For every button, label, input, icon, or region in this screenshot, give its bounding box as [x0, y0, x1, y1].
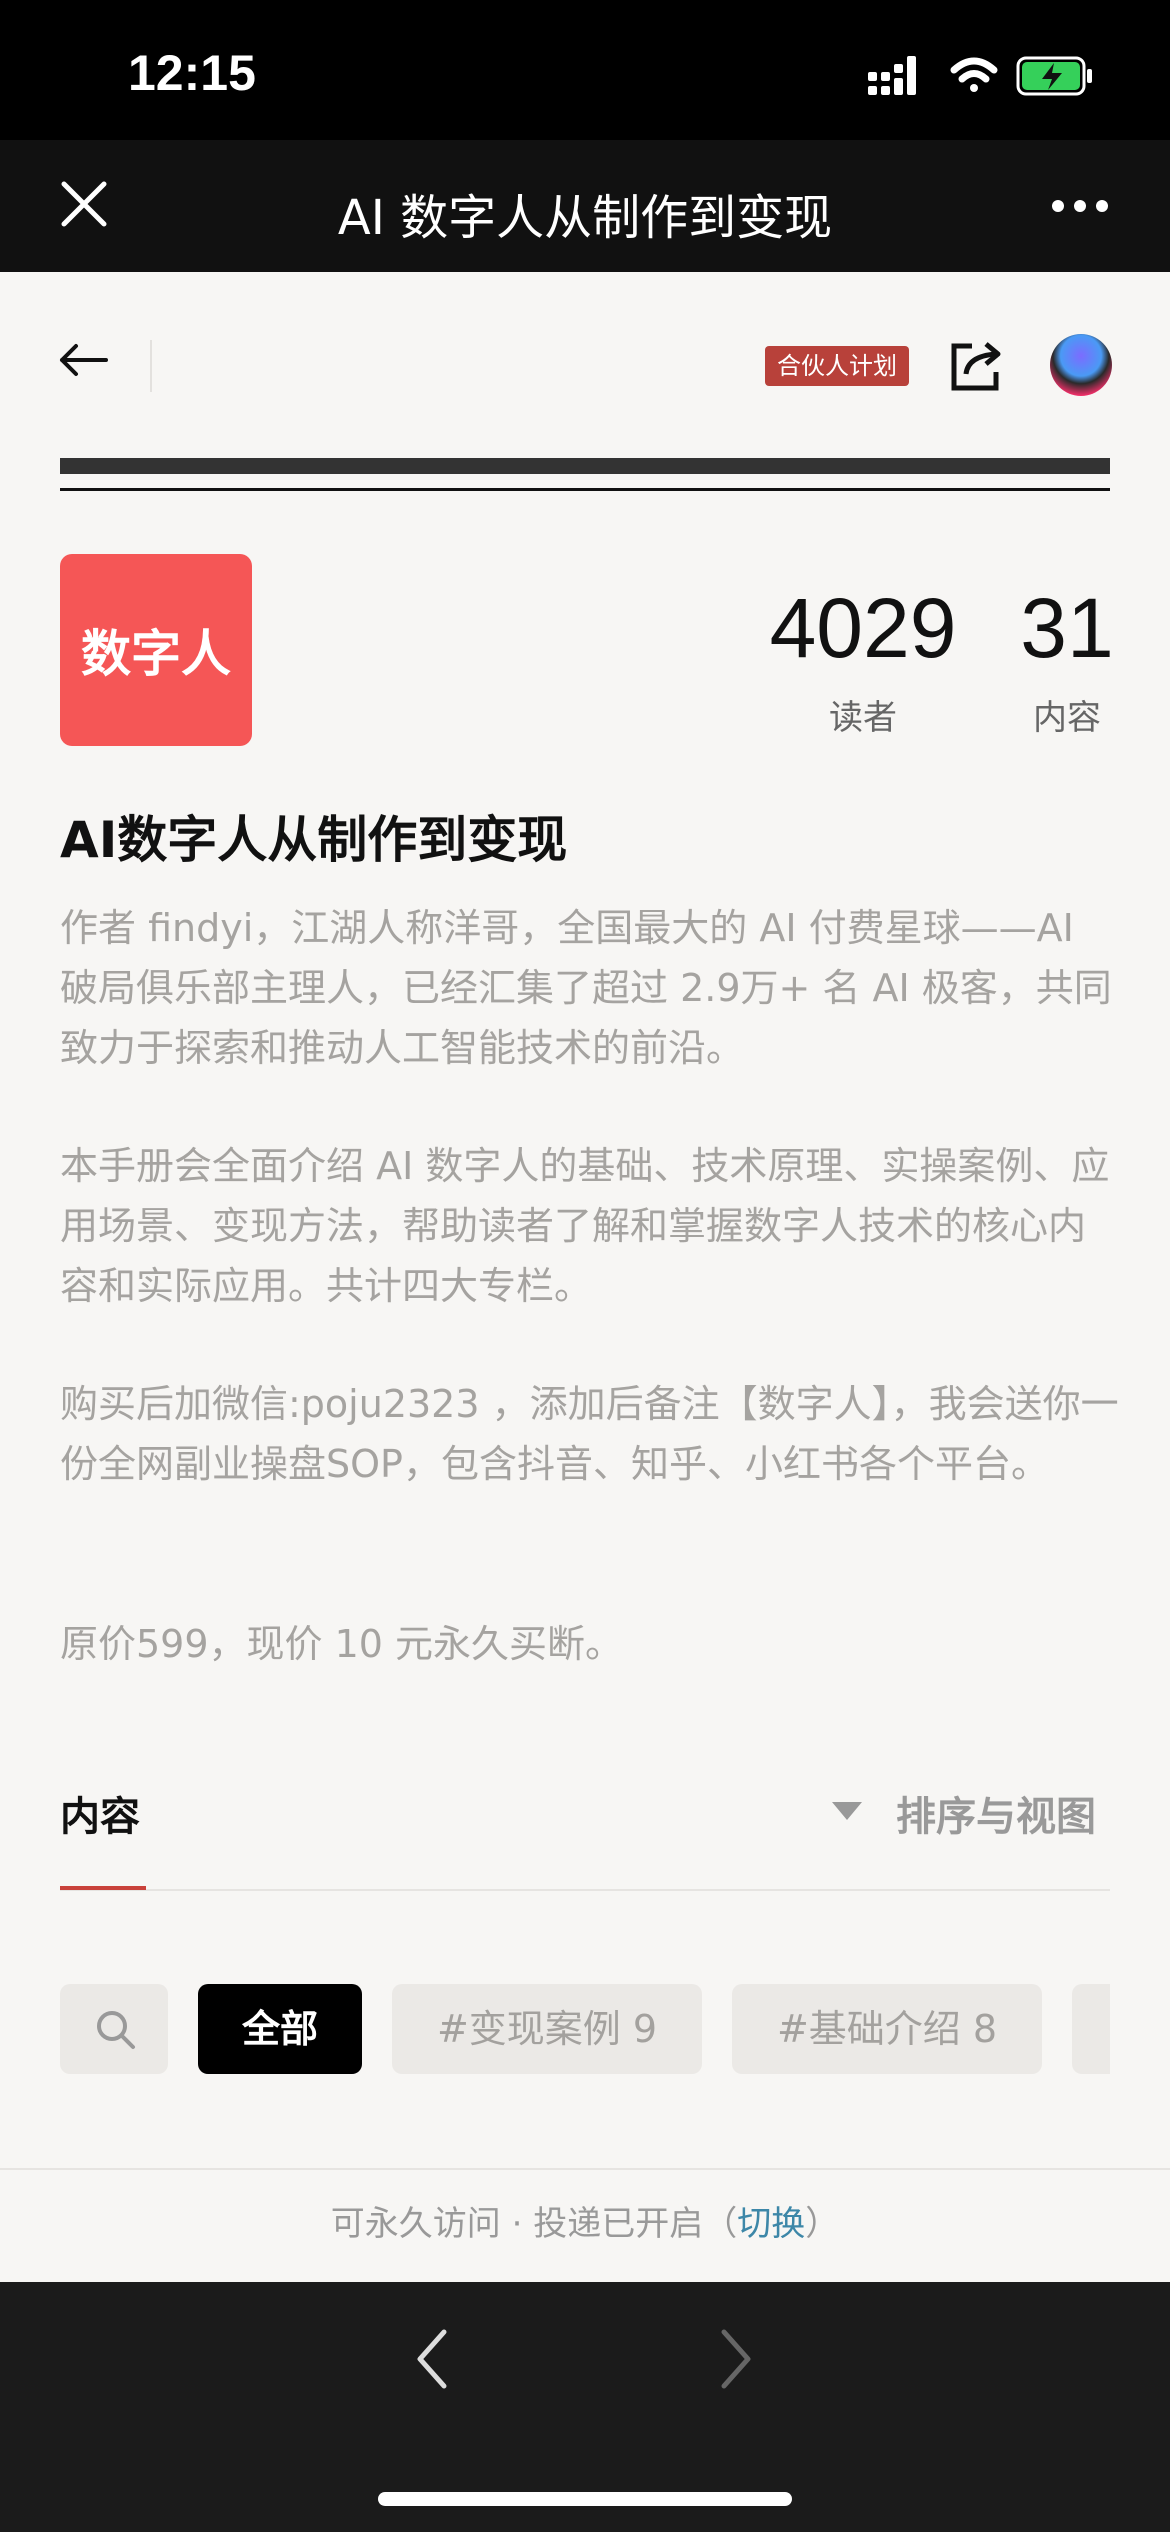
status-icons: [868, 56, 1092, 96]
filter-tag-basics[interactable]: #基础介绍 8: [732, 1984, 1042, 2074]
tab-divider: [60, 1889, 1110, 1891]
readers-stat: 4029 读者: [756, 586, 970, 739]
more-icon[interactable]: [1050, 198, 1110, 214]
column-title: AI数字人从制作到变现: [60, 811, 568, 869]
browser-bottom-bar: [0, 2282, 1170, 2532]
partner-badge[interactable]: 合伙人计划: [765, 346, 909, 386]
footer-note-suffix: ）: [805, 2204, 840, 2244]
footer-note-prefix: 可永久访问 · 投递已开启（: [330, 2204, 738, 2244]
search-button[interactable]: [60, 1984, 168, 2074]
battery-icon: [1016, 56, 1092, 96]
header-rule-thick: [60, 458, 1110, 474]
home-indicator: [378, 2492, 792, 2506]
footer-note: 可永久访问 · 投递已开启（切换）: [0, 2196, 1170, 2245]
nav-back-icon[interactable]: [412, 2324, 452, 2394]
avatar[interactable]: [1050, 334, 1112, 396]
column-cover: 数字人: [60, 554, 252, 746]
filter-tag-partial[interactable]: [1072, 1984, 1110, 2074]
tab-active-indicator: [60, 1886, 146, 1890]
filter-all[interactable]: 全部: [198, 1984, 362, 2074]
filter-tag-monetization[interactable]: #变现案例 9: [392, 1984, 702, 2074]
signal-icon: [868, 56, 916, 95]
content-label: 内容: [1033, 698, 1101, 738]
status-bar: 12:15: [0, 0, 1170, 140]
share-icon[interactable]: [948, 338, 1006, 394]
search-icon: [97, 2011, 135, 2049]
readers-label: 读者: [829, 698, 897, 738]
footer-divider: [0, 2168, 1170, 2170]
sort-view-button[interactable]: 排序与视图: [896, 1784, 1096, 1842]
status-time: 12:15: [128, 45, 256, 101]
header-divider: [150, 340, 152, 392]
description-paragraph: 作者 findyi，江湖人称洋哥，全国最大的 AI 付费星球——AI 破局俱乐部…: [60, 906, 1112, 1070]
tab-content[interactable]: 内容: [60, 1784, 140, 1842]
description-paragraph: 购买后加微信:poju2323 ，添加后备注【数字人】，我会送你一份全网副业操盘…: [60, 1382, 1119, 1486]
nav-forward-icon[interactable]: [716, 2324, 756, 2394]
description-paragraph: 原价599，现价 10 元永久买断。: [60, 1622, 624, 1666]
browser-title: AI 数字人从制作到变现: [337, 190, 833, 246]
readers-count: 4029: [769, 581, 957, 675]
app-header: 合伙人计划: [0, 272, 1170, 458]
description-paragraph: 本手册会全面介绍 AI 数字人的基础、技术原理、实操案例、应用场景、变现方法，帮…: [60, 1144, 1110, 1308]
browser-title-bar: AI 数字人从制作到变现: [0, 140, 1170, 272]
content-stat: 31 内容: [1010, 586, 1124, 739]
content-count: 31: [1020, 581, 1114, 675]
wifi-icon: [950, 57, 998, 92]
header-rule-thin: [60, 488, 1110, 491]
back-arrow-icon[interactable]: [58, 342, 108, 378]
switch-link[interactable]: 切换: [737, 2204, 805, 2244]
sort-caret-icon[interactable]: [830, 1800, 864, 1822]
